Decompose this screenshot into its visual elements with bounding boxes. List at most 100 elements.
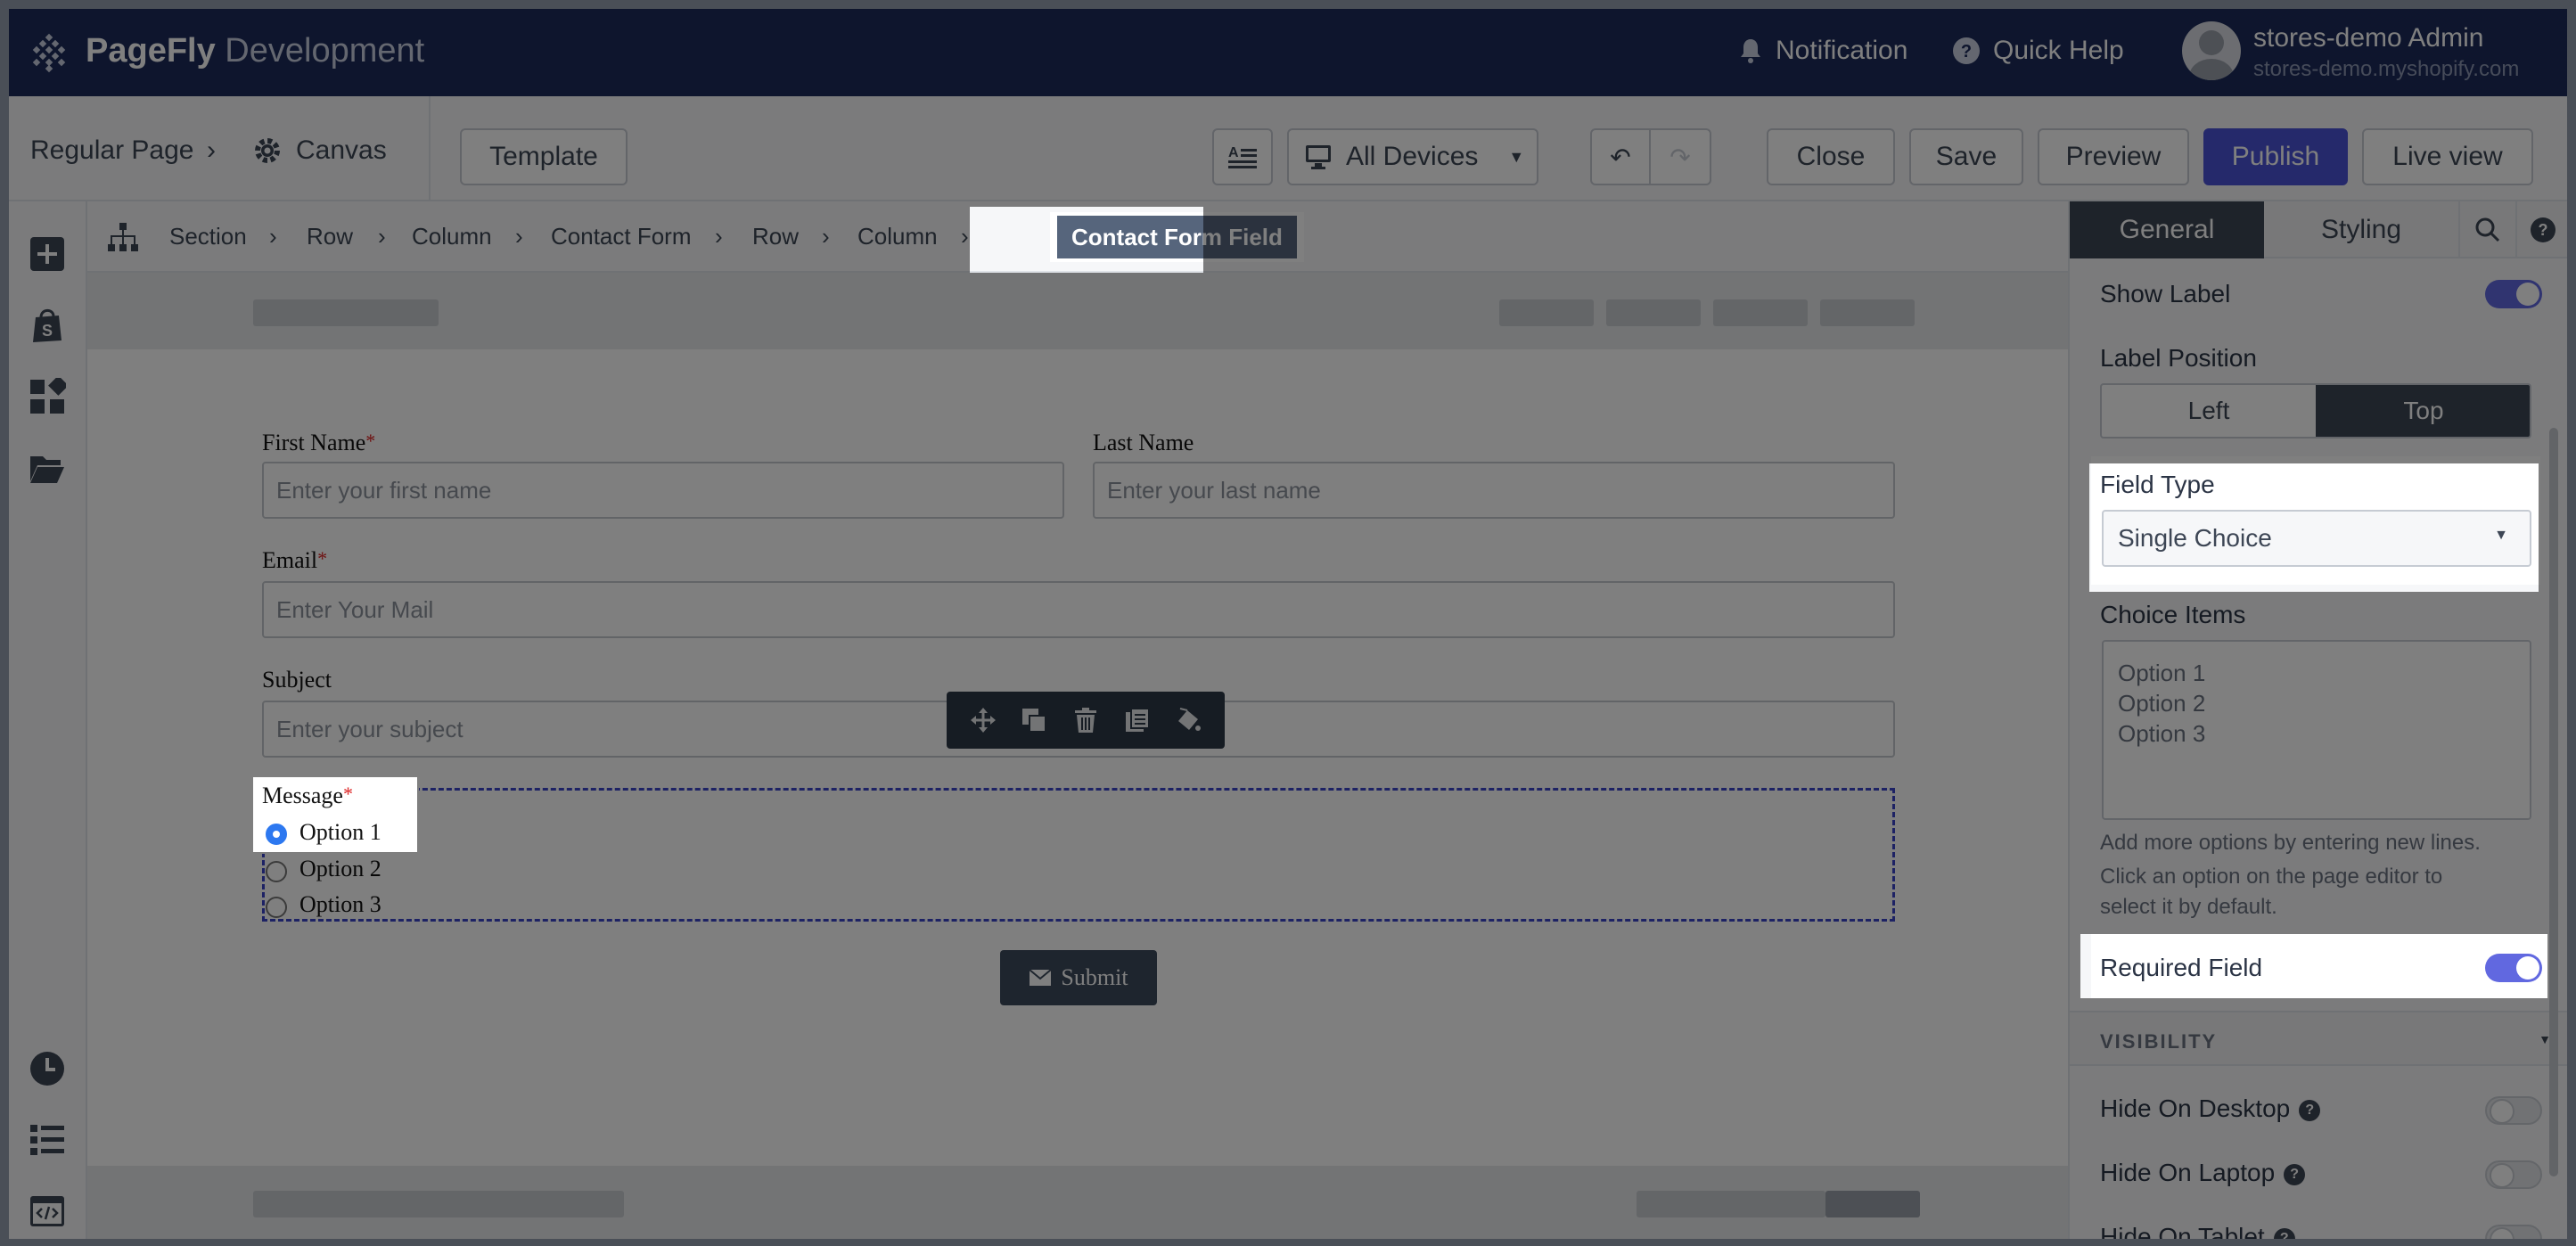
publish-button[interactable]: Publish xyxy=(2203,128,2348,185)
code-editor-icon[interactable] xyxy=(29,1193,66,1230)
gear-icon xyxy=(255,138,280,163)
svg-text:?: ? xyxy=(1961,42,1972,61)
user-name[interactable]: stores-demo Admin xyxy=(2253,23,2483,53)
label-position-top[interactable]: Top xyxy=(2316,385,2530,437)
svg-text:A: A xyxy=(1228,145,1239,160)
breadcrumb-section[interactable]: Section xyxy=(169,223,247,250)
chevron-right-icon: › xyxy=(269,223,277,250)
message-field-selection[interactable] xyxy=(262,788,1895,922)
left-sidebar: S xyxy=(9,201,87,1239)
email-input[interactable]: Enter Your Mail xyxy=(262,581,1895,638)
breadcrumb-column-2[interactable]: Column xyxy=(857,223,938,250)
undo-button[interactable]: ↶ xyxy=(1592,130,1652,184)
text-align-icon: A xyxy=(1228,145,1257,168)
subject-label: Subject xyxy=(262,667,332,693)
field-type-select[interactable]: Single Choice ▼ xyxy=(2102,510,2531,567)
tab-styling[interactable]: Styling xyxy=(2264,201,2458,258)
element-action-toolbar xyxy=(947,692,1225,749)
live-view-button[interactable]: Live view xyxy=(2362,128,2533,185)
required-field-label: Required Field xyxy=(2100,954,2263,981)
field-type-value: Single Choice xyxy=(2118,524,2272,552)
radio-option-1[interactable] xyxy=(266,824,287,845)
widgets-icon[interactable] xyxy=(29,378,66,415)
help-button[interactable]: ? xyxy=(2515,201,2567,258)
duplicate-icon[interactable] xyxy=(1019,705,1049,735)
svg-text:S: S xyxy=(42,322,53,340)
history-buttons: ↶ ↷ xyxy=(1590,128,1711,185)
envelope-icon xyxy=(1029,969,1053,986)
close-button[interactable]: Close xyxy=(1767,128,1895,185)
option-1-label[interactable]: Option 1 xyxy=(299,819,381,846)
template-button[interactable]: Template xyxy=(460,128,628,185)
preview-button[interactable]: Preview xyxy=(2038,128,2189,185)
visibility-section-header[interactable]: VISIBILITY ▼ xyxy=(2070,1011,2567,1066)
help-circle-icon[interactable]: ? xyxy=(2284,1163,2306,1185)
element-breadcrumb: Section › Row › Column › Contact Form › … xyxy=(87,201,2068,273)
notification-label: Notification xyxy=(1776,36,1908,65)
device-select[interactable]: All Devices ▼ xyxy=(1287,128,1538,185)
required-field-toggle[interactable] xyxy=(2485,954,2542,982)
top-navigation: PageFly Development Notification ? Quick… xyxy=(9,9,2567,96)
search-button[interactable] xyxy=(2458,201,2515,258)
help-circle-icon[interactable]: ? xyxy=(2299,1099,2321,1121)
label-position-left[interactable]: Left xyxy=(2102,385,2316,437)
breadcrumb-column[interactable]: Column xyxy=(412,223,492,250)
canvas-label: Canvas xyxy=(296,135,387,165)
skeleton-bar xyxy=(253,299,439,326)
help-circle-icon[interactable]: ? xyxy=(2273,1227,2295,1239)
canvas-settings-button[interactable]: Canvas xyxy=(253,135,387,166)
user-avatar[interactable] xyxy=(2182,21,2241,80)
submit-button[interactable]: Submit xyxy=(1000,950,1157,1005)
breadcrumb-contact-form[interactable]: Contact Form xyxy=(551,223,692,250)
pagefly-logo-icon[interactable] xyxy=(29,33,70,74)
paint-bucket-icon[interactable] xyxy=(1173,705,1203,735)
history-clock-icon[interactable] xyxy=(29,1050,66,1087)
notification-button[interactable]: Notification xyxy=(1738,36,1907,66)
chevron-right-icon: › xyxy=(207,135,216,165)
chevron-right-icon: › xyxy=(822,223,830,250)
inspector-panel: General Styling ? Show Label Label Posit… xyxy=(2068,201,2567,1239)
breadcrumb-contact-form-field[interactable]: Contact Form Field xyxy=(1050,212,1304,262)
shopify-bag-icon[interactable]: S xyxy=(29,307,66,344)
option-3-label[interactable]: Option 3 xyxy=(299,891,381,918)
add-element-icon[interactable] xyxy=(29,235,66,273)
footer-placeholder xyxy=(87,1166,2068,1239)
user-store-url: stores-demo.myshopify.com xyxy=(2253,57,2520,81)
trash-icon[interactable] xyxy=(1071,705,1101,735)
radio-option-2[interactable] xyxy=(266,861,287,882)
show-label-toggle[interactable] xyxy=(2485,280,2542,308)
hide-laptop-toggle[interactable] xyxy=(2485,1160,2542,1189)
move-icon[interactable] xyxy=(968,705,998,735)
tab-general[interactable]: General xyxy=(2070,201,2264,258)
caret-down-icon: ▼ xyxy=(1508,147,1525,166)
choice-items-label: Choice Items xyxy=(2100,601,2246,628)
hide-tablet-toggle[interactable] xyxy=(2485,1225,2542,1239)
outline-list-icon[interactable] xyxy=(29,1121,66,1159)
breadcrumb-row-2[interactable]: Row xyxy=(752,223,799,250)
sitemap-icon[interactable] xyxy=(107,221,139,253)
first-name-input[interactable]: Enter your first name xyxy=(262,462,1064,519)
hide-desktop-toggle[interactable] xyxy=(2485,1096,2542,1125)
panel-scrollbar[interactable] xyxy=(2549,428,2558,1176)
breadcrumb-row[interactable]: Row xyxy=(307,223,353,250)
choice-items-textarea[interactable]: Option 1 Option 2 Option 3 xyxy=(2102,640,2531,820)
page-type-label[interactable]: Regular Page xyxy=(30,135,193,166)
help-circle-icon: ? xyxy=(2531,217,2555,242)
save-button[interactable]: Save xyxy=(1909,128,2023,185)
editor-toolbar: Regular Page › Canvas Template A All Dev… xyxy=(9,96,2567,201)
radio-option-3[interactable] xyxy=(266,897,287,918)
visibility-title: VISIBILITY xyxy=(2100,1030,2218,1053)
hide-tablet-label: Hide On Tablet? xyxy=(2100,1223,2295,1239)
folder-open-icon[interactable] xyxy=(29,449,66,487)
text-format-button[interactable]: A xyxy=(1212,128,1273,185)
help-circle-icon: ? xyxy=(1953,37,1980,64)
app-window: PageFly Development Notification ? Quick… xyxy=(9,9,2567,1239)
quick-help-button[interactable]: ? Quick Help xyxy=(1952,36,2124,66)
choice-hint-1: Add more options by entering new lines. xyxy=(2100,831,2481,855)
chevron-right-icon: › xyxy=(715,223,723,250)
redo-button[interactable]: ↷ xyxy=(1651,130,1710,184)
last-name-input[interactable]: Enter your last name xyxy=(1093,462,1895,519)
option-2-label[interactable]: Option 2 xyxy=(299,856,381,882)
choice-hint-2: Click an option on the page editor to xyxy=(2100,865,2443,889)
copy-style-icon[interactable] xyxy=(1122,705,1153,735)
